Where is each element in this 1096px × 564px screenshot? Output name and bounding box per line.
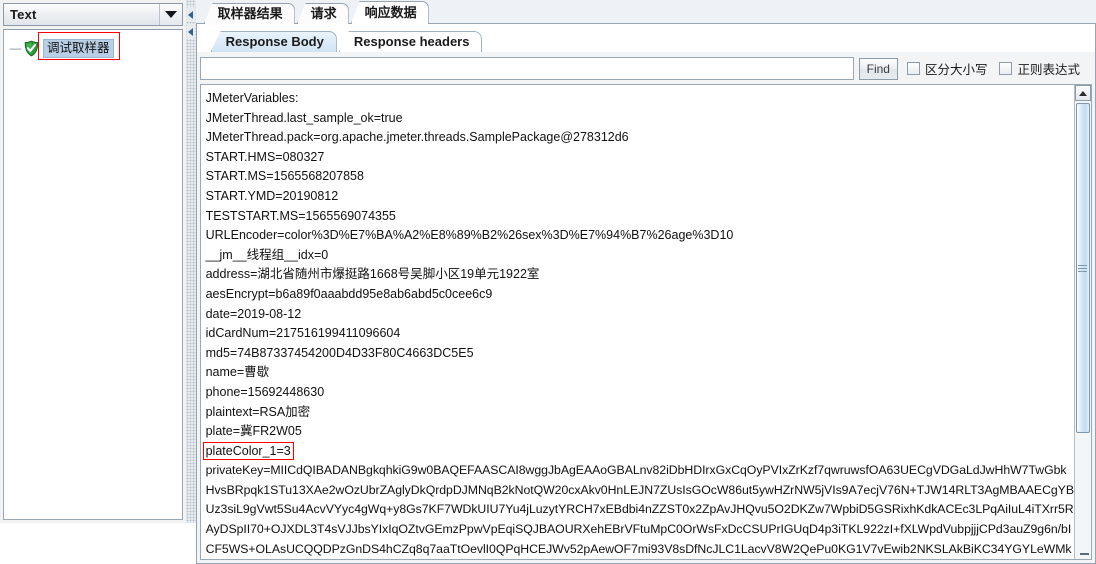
response-line: START.HMS=080327 [205, 149, 325, 164]
annotation-box-plate-color: plateColor_1=3 [202, 441, 294, 460]
case-sensitive-checkbox[interactable]: 区分大小写 [906, 59, 988, 78]
tab-response-data[interactable]: 响应数据 [350, 1, 429, 24]
right-panel: 取样器结果 请求 响应数据 Response Body Response hea… [195, 0, 1096, 564]
case-sensitive-label: 区分大小写 [924, 63, 988, 77]
response-sub-tabs: Response Body Response headers [195, 24, 1096, 52]
tree-node-label: 调试取样器 [43, 38, 114, 58]
search-input[interactable] [199, 57, 854, 80]
response-line-wrapped: AyDSpII70+OJXDL3T4sVJJbsYIxIqOZtvGEmzPpw… [205, 522, 1072, 537]
response-line: name=曹歇 [205, 365, 270, 380]
response-line: JMeterThread.pack=org.apache.jmeter.thre… [205, 130, 629, 145]
response-body-textarea[interactable]: JMeterVariables: JMeterThread.last_sample… [199, 84, 1092, 561]
response-line: TESTSTART.MS=1565569074355 [205, 208, 396, 223]
render-type-value: Text [10, 7, 37, 22]
response-line: date=2019-08-12 [205, 306, 302, 321]
green-shield-check-icon [23, 40, 40, 57]
response-line-highlighted-wrap: plateColor_1=3 [202, 441, 1074, 462]
chevron-down-icon[interactable] [158, 4, 182, 25]
response-line: START.YMD=20190812 [205, 188, 339, 203]
triangle-up-icon[interactable] [1075, 85, 1091, 101]
response-line-wrapped: HvsBRpqk1STu13XAe2wOzUbrZAglyDkQrdpDJMNq… [205, 482, 1074, 497]
response-body-text[interactable]: JMeterVariables: JMeterThread.last_sample… [201, 85, 1074, 559]
main-tabs: 取样器结果 请求 响应数据 [195, 0, 1096, 24]
response-line-wrapped: CF5WS+OLAsUCQQDPzGnDS4hCZq8q7aaTtOevlI0Q… [205, 541, 1072, 556]
response-line: plate=冀FR2W05 [205, 424, 302, 439]
response-line: plaintext=RSA加密 [205, 404, 311, 419]
checkbox-box-regex[interactable] [999, 62, 1013, 75]
left-panel: Text — 调试取样器 [0, 0, 186, 523]
response-line: md5=74B87337454200D4D33F80C4663DC5E5 [205, 345, 474, 360]
response-line: JMeterThread.last_sample_ok=true [205, 110, 403, 125]
tab-sampler-result[interactable]: 取样器结果 [203, 3, 295, 24]
tree-expand-handle[interactable]: — [8, 42, 23, 54]
find-button[interactable]: Find [858, 57, 898, 80]
jmeter-window: Text — 调试取样器 取样器结果 请求 响应数据 Response Body… [0, 0, 1096, 564]
regex-checkbox[interactable]: 正则表达式 [999, 59, 1080, 78]
tab-request[interactable]: 请求 [296, 3, 349, 24]
response-content-frame: Find 区分大小写 正则表达式 JMeterVariables: JMeterT… [195, 52, 1096, 564]
response-line: JMeterVariables: [205, 91, 299, 105]
vertical-scrollbar[interactable] [1074, 85, 1091, 560]
subtab-response-headers[interactable]: Response headers [338, 31, 483, 52]
scrollbar-thumb[interactable] [1075, 103, 1090, 433]
panel-splitter[interactable] [185, 0, 196, 523]
scrollbar-bottom-marker [1079, 553, 1089, 556]
tree-node-debug-sampler[interactable]: — 调试取样器 [8, 38, 114, 58]
render-type-combobox[interactable]: Text [3, 3, 183, 26]
scrollbar-track[interactable] [1074, 101, 1091, 560]
response-line: aesEncrypt=b6a89f0aaabdd95e8ab6abd5c0cee… [205, 286, 493, 301]
triangle-left-icon-2[interactable] [186, 24, 195, 39]
checkbox-box-case[interactable] [906, 62, 920, 75]
response-line-wrapped: privateKey=MIICdQIBADANBgkqhkiG9w0BAQEFA… [205, 463, 1067, 478]
triangle-left-icon[interactable] [186, 7, 195, 22]
sampler-result-tree[interactable]: — 调试取样器 [3, 29, 183, 520]
find-bar: Find 区分大小写 正则表达式 [199, 56, 1092, 81]
response-line: START.MS=1565568207858 [205, 169, 364, 184]
grip-lines-icon [1078, 263, 1087, 274]
response-line: address=湖北省随州市爆挺路1668号吴脚小区19单元1922室 [205, 267, 540, 282]
response-line-wrapped: Uz3siL9gVwt5Su4AcvVYyc4gWq+y8Gs7KF7WDkUI… [205, 502, 1074, 517]
subtab-response-body[interactable]: Response Body [210, 31, 337, 52]
response-line: phone=15692448630 [205, 384, 325, 399]
regex-label: 正则表达式 [1017, 63, 1080, 77]
response-line: URLEncoder=color%3D%E7%BA%A2%E8%89%B2%26… [205, 228, 734, 243]
response-line: __jm__线程组__idx=0 [205, 247, 329, 262]
response-line: idCardNum=217516199411096604 [205, 326, 401, 341]
